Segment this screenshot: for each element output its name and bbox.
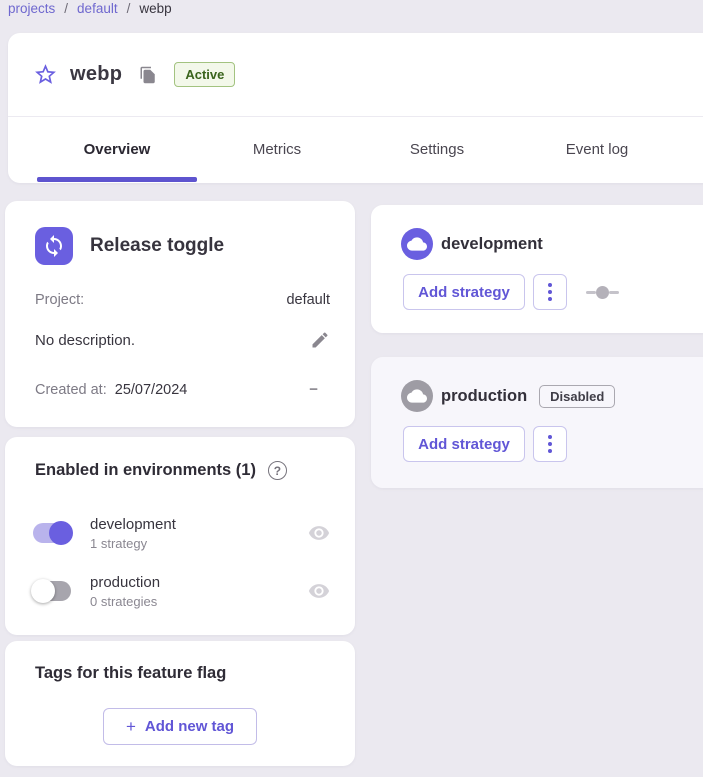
- environment-strategy-count: 1 strategy: [90, 536, 308, 551]
- tab-event-log[interactable]: Event log: [517, 117, 677, 182]
- breadcrumb-current: webp: [139, 1, 171, 16]
- status-badge: Active: [174, 62, 235, 87]
- environment-name: development: [90, 516, 308, 533]
- toggle-knob: [31, 579, 55, 603]
- flag-title-row: webp Active: [8, 33, 703, 117]
- environment-row-development: development 1 strategy: [33, 509, 330, 557]
- flag-header-card: webp Active Overview Metrics Settings Ev…: [8, 33, 703, 183]
- environments-card-header: Enabled in environments (1) ?: [35, 461, 287, 480]
- eye-icon: [308, 522, 330, 544]
- project-row: Project: default: [35, 292, 330, 308]
- cloud-icon: [401, 228, 433, 260]
- eye-icon: [308, 580, 330, 602]
- breadcrumb: projects / default / webp: [8, 1, 172, 16]
- environment-strategy-count: 0 strategies: [90, 594, 308, 609]
- favorite-button[interactable]: [33, 62, 58, 87]
- enabled-environments-card: Enabled in environments (1) ? developmen…: [5, 437, 355, 635]
- view-environment-button[interactable]: [308, 522, 330, 544]
- created-at-label: Created at:: [35, 382, 107, 398]
- production-environment-panel: production Disabled Add strategy: [371, 357, 703, 488]
- copy-name-button[interactable]: [139, 66, 157, 84]
- panel-environment-name: production: [441, 387, 527, 406]
- flag-type-row: Release toggle: [35, 227, 330, 265]
- tags-card: Tags for this feature flag + Add new tag: [5, 641, 355, 766]
- toggle-knob: [49, 521, 73, 545]
- created-at-row: Created at: 25/07/2024 −: [35, 381, 330, 398]
- edit-description-button[interactable]: [310, 330, 330, 350]
- environment-row-production: production 0 strategies: [33, 567, 330, 615]
- flag-type-title: Release toggle: [90, 235, 224, 257]
- panel-actions: Add strategy: [403, 274, 619, 310]
- production-toggle[interactable]: [33, 581, 71, 601]
- tags-card-title: Tags for this feature flag: [35, 664, 226, 683]
- kebab-icon: [548, 283, 552, 287]
- add-new-tag-button[interactable]: + Add new tag: [103, 708, 257, 745]
- panel-environment-name: development: [441, 235, 543, 254]
- flag-details-card: Release toggle Project: default No descr…: [5, 201, 355, 427]
- tab-bar: Overview Metrics Settings Event log: [8, 117, 703, 182]
- disabled-badge: Disabled: [539, 385, 615, 408]
- release-toggle-icon: [35, 227, 73, 265]
- pencil-icon: [310, 330, 330, 350]
- description-text: No description.: [35, 332, 135, 349]
- project-label: Project:: [35, 292, 84, 308]
- copy-icon: [139, 66, 157, 84]
- plus-icon: +: [126, 717, 136, 737]
- add-strategy-button[interactable]: Add strategy: [403, 426, 525, 462]
- tab-metrics[interactable]: Metrics: [197, 117, 357, 182]
- breadcrumb-default-link[interactable]: default: [77, 1, 118, 16]
- breadcrumb-projects-link[interactable]: projects: [8, 1, 55, 16]
- created-at-value: 25/07/2024: [115, 382, 188, 398]
- strategy-connector-icon: [586, 286, 619, 299]
- tab-overview[interactable]: Overview: [37, 117, 197, 182]
- panel-header: development: [401, 228, 543, 260]
- breadcrumb-separator: /: [64, 1, 68, 16]
- environments-card-title: Enabled in environments (1): [35, 461, 256, 480]
- description-row: No description.: [35, 330, 330, 350]
- more-options-button[interactable]: [533, 426, 567, 462]
- breadcrumb-separator: /: [127, 1, 131, 16]
- tab-settings[interactable]: Settings: [357, 117, 517, 182]
- more-options-button[interactable]: [533, 274, 567, 310]
- page-title: webp: [70, 63, 122, 86]
- environment-name: production: [90, 574, 308, 591]
- view-environment-button[interactable]: [308, 580, 330, 602]
- add-new-tag-label: Add new tag: [145, 718, 234, 735]
- panel-header: production Disabled: [401, 380, 615, 412]
- star-icon: [33, 62, 58, 87]
- help-icon[interactable]: ?: [268, 461, 287, 480]
- cloud-icon: [401, 380, 433, 412]
- development-toggle[interactable]: [33, 523, 71, 543]
- panel-actions: Add strategy: [403, 426, 567, 462]
- add-strategy-button[interactable]: Add strategy: [403, 274, 525, 310]
- minus-indicator: −: [309, 381, 330, 398]
- development-environment-panel: development Add strategy: [371, 205, 703, 333]
- project-value: default: [286, 292, 330, 308]
- kebab-icon: [548, 435, 552, 439]
